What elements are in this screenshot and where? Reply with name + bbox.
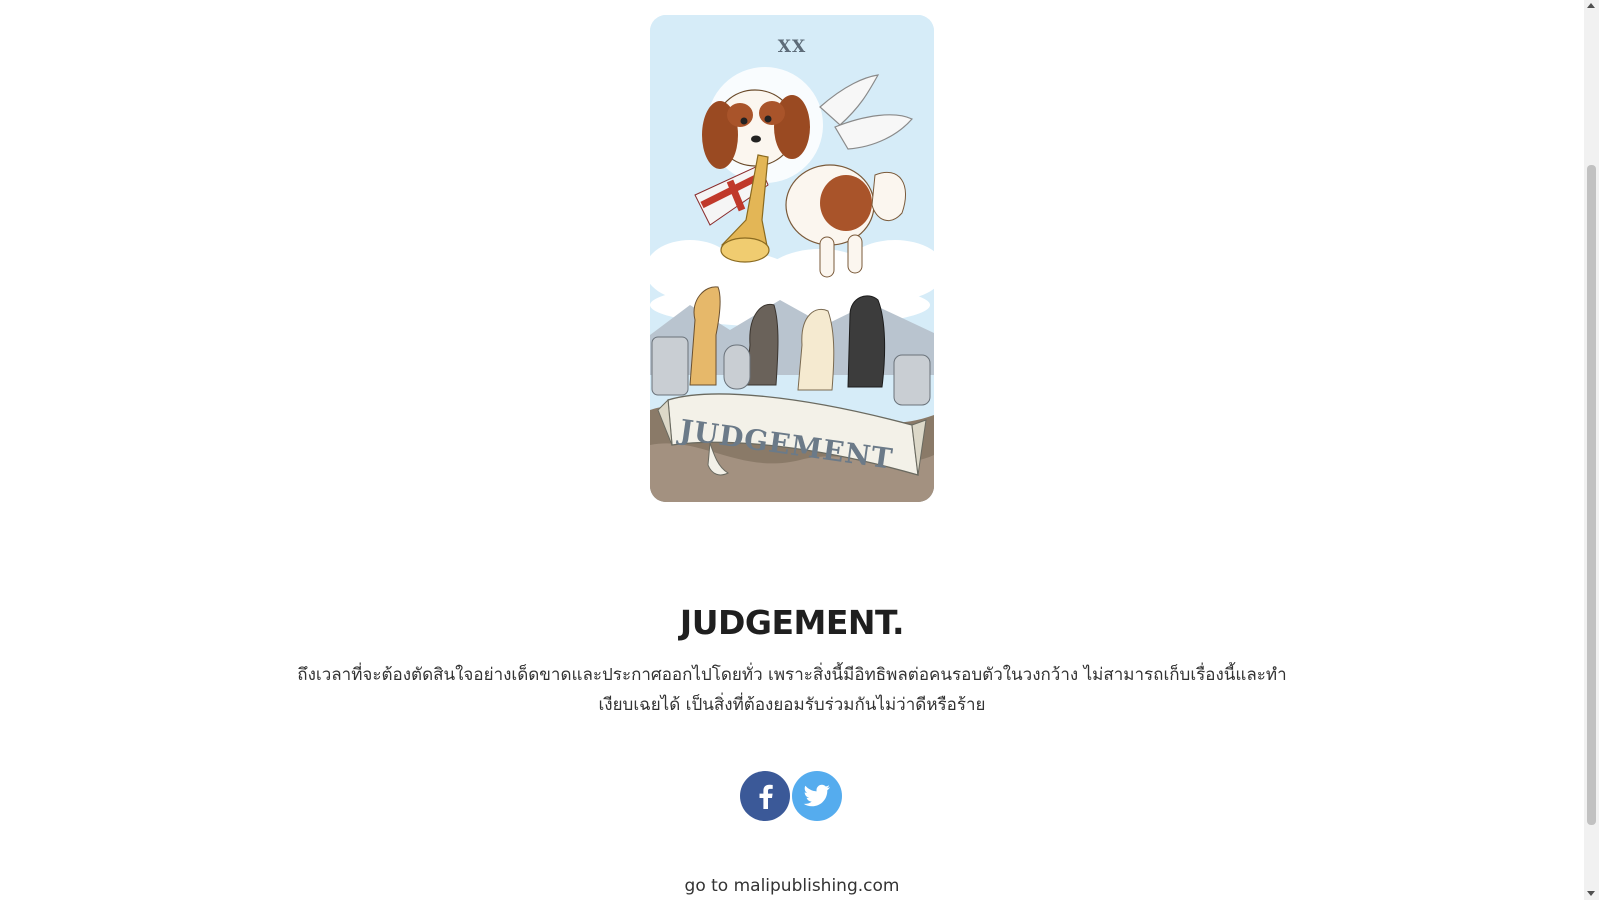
tarot-card-image: XX JUDGEMENT (650, 15, 934, 502)
card-numeral: XX (777, 37, 807, 57)
page: XX JUDGEMENT JUDGEMENT. ถึงเวลาที่จะต้อง… (0, 0, 1584, 900)
card-title: JUDGEMENT. (679, 603, 905, 642)
facebook-icon (759, 784, 773, 809)
vertical-scrollbar[interactable] (1584, 0, 1599, 900)
social-share-buttons (740, 771, 842, 821)
twitter-icon (803, 784, 830, 807)
twitter-share-button[interactable] (792, 771, 842, 821)
scrollbar-thumb[interactable] (1587, 165, 1596, 825)
malipublishing-link[interactable]: go to malipublishing.com (0, 876, 1584, 896)
card-description: ถึงเวลาที่จะต้องตัดสินใจอย่างเด็ดขาดและป… (297, 665, 1287, 715)
facebook-share-button[interactable] (740, 771, 790, 821)
scroll-up-arrow-icon[interactable] (1587, 3, 1595, 8)
scroll-down-arrow-icon[interactable] (1587, 891, 1595, 896)
